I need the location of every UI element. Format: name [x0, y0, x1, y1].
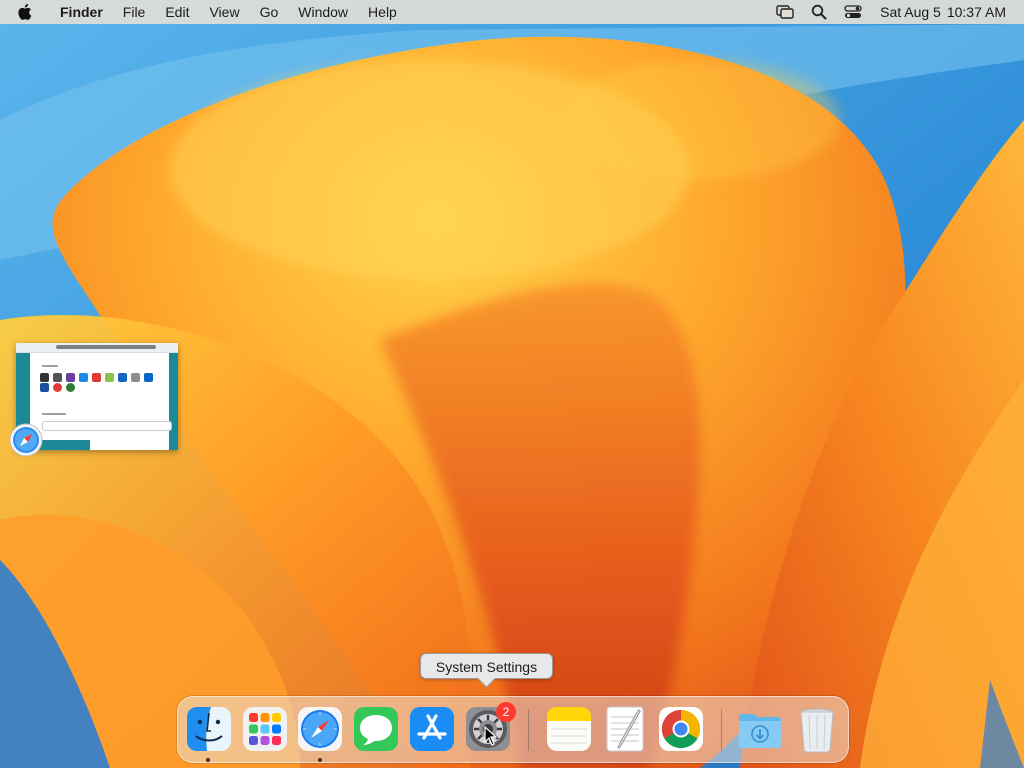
dock-item-textedit[interactable]: [601, 705, 649, 753]
notes-icon: [547, 707, 591, 751]
dock-item-launchpad[interactable]: [241, 705, 289, 753]
dock-item-safari[interactable]: [296, 705, 344, 753]
mini-tile: [92, 373, 101, 382]
menu-window[interactable]: Window: [288, 0, 358, 24]
textedit-icon: [606, 706, 644, 752]
control-center-icon[interactable]: [842, 0, 864, 24]
dock-item-trash[interactable]: [793, 705, 841, 753]
notification-badge: 2: [496, 702, 516, 722]
dock-tooltip: System Settings: [420, 653, 553, 679]
menu-edit[interactable]: Edit: [155, 0, 199, 24]
dock-item-notes[interactable]: [545, 705, 593, 753]
chrome-icon: [659, 707, 703, 751]
clock-date: Sat Aug 5: [880, 4, 941, 20]
trash-icon: [800, 708, 834, 753]
dock-separator: [721, 709, 722, 751]
clock-time: 10:37 AM: [946, 4, 1006, 20]
dock: 2: [177, 696, 849, 763]
menu-bar-right: Sat Aug 5 10:37 AM: [768, 0, 1024, 24]
dock-item-downloads[interactable]: [736, 705, 784, 753]
spotlight-search-icon[interactable]: [808, 0, 830, 24]
mini-tile: [40, 373, 49, 382]
mouse-cursor-icon: [484, 725, 498, 746]
menu-go[interactable]: Go: [250, 0, 289, 24]
mini-window-favorites-grid: [40, 373, 156, 392]
dock-item-messages[interactable]: [352, 705, 400, 753]
running-indicator: [206, 758, 210, 762]
screen-mirroring-icon[interactable]: [774, 0, 796, 24]
mini-tile: [66, 373, 75, 382]
menu-view[interactable]: View: [199, 0, 249, 24]
messages-icon: [354, 707, 398, 751]
mini-tile: [53, 383, 62, 392]
mini-window-address-bar: [56, 345, 156, 349]
menu-bar-clock[interactable]: Sat Aug 5 10:37 AM: [880, 4, 1006, 20]
mini-tile: [40, 383, 49, 392]
running-indicator: [318, 758, 322, 762]
mini-window-search-field: [42, 421, 172, 431]
launchpad-icon: [243, 707, 287, 751]
mini-tile: [105, 373, 114, 382]
mini-tile: [131, 373, 140, 382]
menu-help[interactable]: Help: [358, 0, 407, 24]
menu-file[interactable]: File: [113, 0, 156, 24]
finder-icon: [187, 707, 231, 751]
mini-window-toolbar: [16, 343, 178, 353]
mini-tile: [66, 383, 75, 392]
mini-window-subheading: [42, 413, 66, 415]
safari-icon[interactable]: [9, 423, 43, 457]
menu-bar-left: Finder File Edit View Go Window Help: [0, 0, 407, 24]
mini-tile: [118, 373, 127, 382]
mini-tile: [53, 373, 62, 382]
apple-logo-icon[interactable]: [16, 3, 36, 21]
dock-item-chrome[interactable]: [657, 705, 705, 753]
menu-bar: Finder File Edit View Go Window Help Sat…: [0, 0, 1024, 24]
menu-app-name[interactable]: Finder: [50, 0, 113, 24]
dock-item-finder[interactable]: [185, 705, 233, 753]
mini-window-panel-right: [169, 353, 178, 450]
downloads-folder-icon: [739, 714, 781, 748]
app-store-icon: [410, 707, 454, 751]
mini-window-heading: [42, 365, 58, 367]
dock-item-app-store[interactable]: [408, 705, 456, 753]
mini-tile: [79, 373, 88, 382]
mini-tile: [144, 373, 153, 382]
dock-separator: [528, 709, 529, 751]
safari-icon: [298, 707, 342, 751]
